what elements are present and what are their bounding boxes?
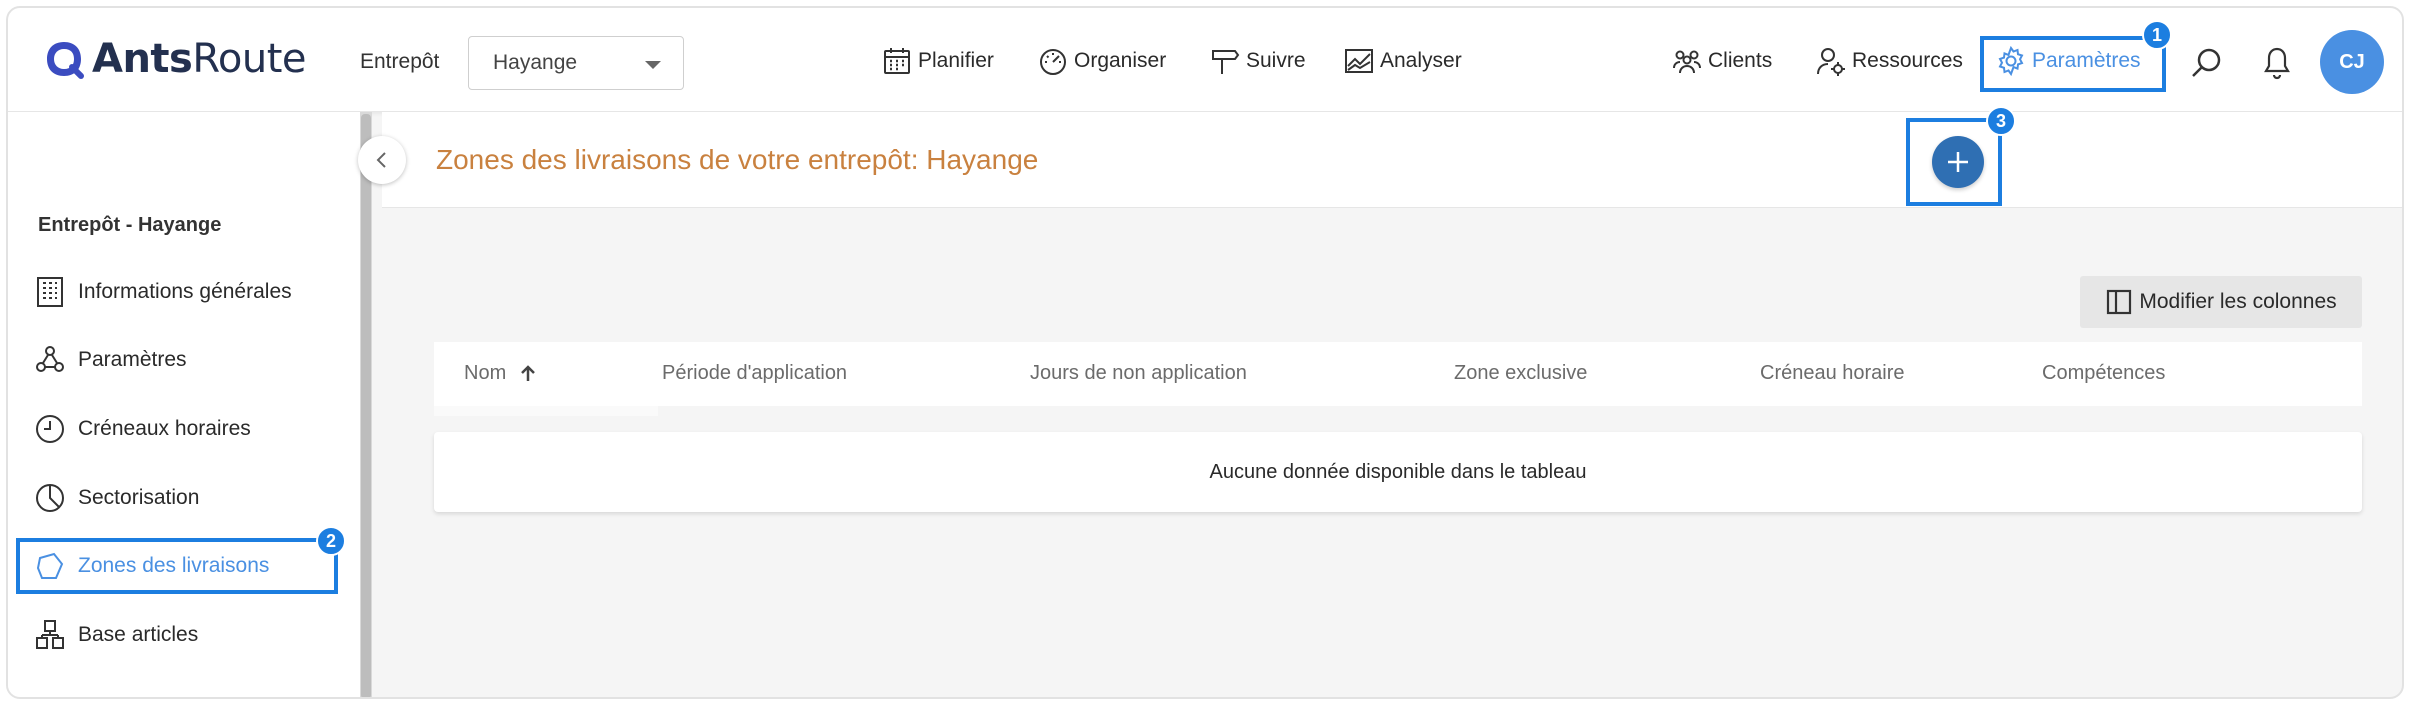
column-header-competences[interactable]: Compétences bbox=[2042, 362, 2165, 385]
highlight-box-settings bbox=[1980, 36, 2166, 92]
nav-label: Analyser bbox=[1380, 49, 1462, 72]
search-icon[interactable] bbox=[2190, 46, 2224, 80]
highlight-box-zones bbox=[16, 538, 338, 594]
warehouse-select-value: Hayange bbox=[493, 51, 578, 74]
page-title: Zones des livraisons de votre entrepôt: … bbox=[436, 144, 1039, 175]
step-badge-3: 3 bbox=[1986, 106, 2016, 136]
nav-label: Ressources bbox=[1852, 49, 1963, 72]
signpost-icon bbox=[1212, 50, 1240, 74]
column-header-creneau[interactable]: Créneau horaire bbox=[1760, 362, 1905, 385]
main-header: Zones des livraisons de votre entrepôt: … bbox=[382, 112, 2402, 208]
nav-organiser[interactable]: Organiser bbox=[1038, 46, 1166, 76]
nav-label: Clients bbox=[1708, 49, 1773, 72]
chevron-left-icon bbox=[376, 152, 386, 168]
clock-icon bbox=[36, 415, 64, 443]
nav-analyser[interactable]: Analyser bbox=[1344, 46, 1462, 76]
gauge-icon bbox=[1040, 49, 1066, 75]
sort-arrow-up-icon bbox=[521, 364, 536, 381]
sidebar-item-sectorisation[interactable]: Sectorisation bbox=[34, 478, 199, 518]
table-header: Nom Période d'application Jours de non a… bbox=[434, 342, 2362, 406]
column-header-label: Nom bbox=[464, 362, 507, 384]
bell-icon[interactable] bbox=[2262, 46, 2292, 80]
table-header-shadow bbox=[434, 406, 658, 416]
column-header-periode[interactable]: Période d'application bbox=[662, 362, 847, 385]
nav-clients[interactable]: Clients bbox=[1672, 46, 1772, 76]
sidebar: Entrepôt - Hayange Informations générale… bbox=[8, 112, 360, 697]
nav-ressources[interactable]: Ressources bbox=[1816, 46, 1963, 76]
sidebar-item-label: Paramètres bbox=[78, 348, 187, 371]
scrollbar-thumb[interactable] bbox=[361, 114, 371, 697]
step-badge-2: 2 bbox=[316, 526, 346, 556]
sidebar-title: Entrepôt - Hayange bbox=[38, 214, 222, 236]
collapse-sidebar-button[interactable] bbox=[358, 136, 406, 184]
logo-text-regular: Route bbox=[192, 36, 306, 82]
nav-planifier[interactable]: Planifier bbox=[882, 46, 994, 76]
pie-icon bbox=[36, 484, 64, 512]
add-zone-button[interactable] bbox=[1932, 136, 1984, 188]
column-header-jours[interactable]: Jours de non application bbox=[1030, 362, 1247, 385]
column-header-zone-exclusive[interactable]: Zone exclusive bbox=[1454, 362, 1587, 385]
calendar-icon bbox=[884, 48, 910, 74]
user-gear-icon bbox=[1817, 48, 1845, 76]
warehouse-label: Entrepôt bbox=[360, 50, 440, 73]
nav-label: Organiser bbox=[1074, 49, 1167, 72]
empty-message: Aucune donnée disponible dans le tableau bbox=[1209, 460, 1587, 483]
warehouse-select[interactable]: Hayange bbox=[468, 36, 684, 90]
boxes-icon bbox=[36, 620, 64, 649]
column-header-nom[interactable]: Nom bbox=[464, 362, 538, 385]
table-empty-row: Aucune donnée disponible dans le tableau bbox=[434, 432, 2362, 512]
nav-label: Suivre bbox=[1246, 49, 1306, 72]
top-bar: AntsRoute Entrepôt Hayange Planifier Org… bbox=[8, 8, 2402, 112]
logo-text-bold: Ants bbox=[92, 36, 193, 82]
nav-label: Planifier bbox=[918, 49, 994, 72]
sidebar-item-parametres[interactable]: Paramètres bbox=[34, 340, 187, 380]
columns-icon bbox=[2107, 289, 2132, 315]
sidebar-item-label: Sectorisation bbox=[78, 486, 200, 509]
users-icon bbox=[1673, 50, 1701, 74]
nav-suivre[interactable]: Suivre bbox=[1210, 46, 1306, 76]
sidebar-item-label: Créneaux horaires bbox=[78, 417, 251, 440]
sidebar-item-informations[interactable]: Informations générales bbox=[34, 272, 292, 312]
sidebar-scrollbar[interactable] bbox=[360, 112, 372, 697]
plus-icon bbox=[1948, 152, 1968, 172]
step-badge-1: 1 bbox=[2142, 20, 2172, 50]
sidebar-item-label: Informations générales bbox=[78, 280, 292, 303]
sidebar-item-creneaux[interactable]: Créneaux horaires bbox=[34, 409, 251, 449]
user-avatar[interactable]: CJ bbox=[2320, 30, 2384, 94]
modify-columns-label: Modifier les colonnes bbox=[2139, 290, 2337, 313]
app-frame: AntsRoute Entrepôt Hayange Planifier Org… bbox=[6, 6, 2404, 699]
logo-icon bbox=[47, 42, 84, 79]
sidebar-item-articles[interactable]: Base articles bbox=[34, 615, 198, 655]
caret-down-icon bbox=[645, 61, 661, 69]
building-icon bbox=[37, 277, 63, 307]
sidebar-item-label: Base articles bbox=[78, 623, 199, 646]
modify-columns-button[interactable]: Modifier les colonnes bbox=[2080, 276, 2362, 328]
nodes-icon bbox=[36, 346, 64, 372]
logo[interactable]: AntsRoute bbox=[44, 32, 306, 86]
chart-icon bbox=[1345, 49, 1373, 73]
